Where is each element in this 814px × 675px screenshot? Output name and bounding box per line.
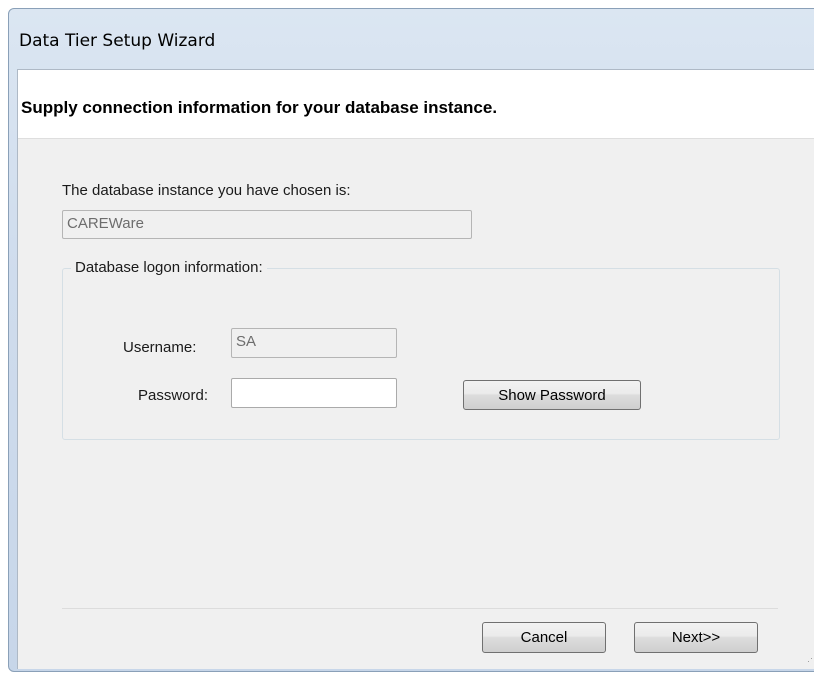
show-password-button[interactable]: Show Password (463, 380, 641, 410)
next-button[interactable]: Next>> (634, 622, 758, 653)
wizard-header-text: Supply connection information for your d… (21, 98, 498, 117)
wizard-header: Supply connection information for your d… (18, 70, 814, 139)
instance-label: The database instance you have chosen is… (62, 182, 351, 199)
password-label: Password: (138, 387, 209, 404)
username-field[interactable]: SA (231, 328, 397, 358)
window-title: Data Tier Setup Wizard (19, 31, 216, 51)
password-field[interactable] (231, 378, 397, 408)
instance-field[interactable]: CAREWare (62, 210, 472, 239)
username-label: Username: (123, 339, 197, 356)
wizard-client-area: Supply connection information for your d… (17, 69, 814, 669)
wizard-window: Data Tier Setup Wizard Supply connection… (8, 8, 814, 672)
footer-separator (62, 608, 778, 609)
resize-grip-icon[interactable]: ⋰ (807, 653, 814, 663)
logon-groupbox: Database logon information: Username: SA… (62, 259, 780, 440)
logon-group-legend: Database logon information: (71, 259, 267, 276)
cancel-button[interactable]: Cancel (482, 622, 606, 653)
